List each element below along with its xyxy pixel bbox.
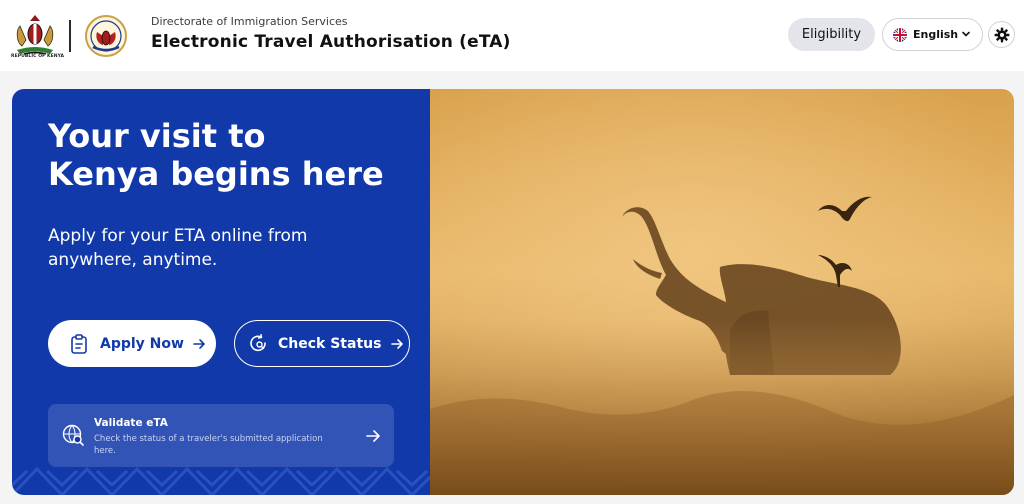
- eligibility-button[interactable]: Eligibility: [788, 18, 875, 51]
- arrow-right-icon: [193, 338, 205, 349]
- coat-of-arms-logo[interactable]: [12, 12, 58, 60]
- globe-search-icon: [62, 424, 84, 446]
- language-label: English: [913, 28, 959, 41]
- hero-subtitle: Apply for your ETA online from anywhere,…: [48, 224, 388, 272]
- arrow-right-icon: [391, 338, 404, 349]
- refresh-search-icon: [250, 333, 266, 351]
- clipboard-icon: [71, 333, 87, 354]
- hero-banner: Your visit to Kenya begins here Apply fo…: [12, 89, 1014, 495]
- logo-divider: [69, 20, 71, 52]
- decorative-pattern: [12, 466, 430, 495]
- coat-of-arms-caption: REPUBLIC OF KENYA: [11, 54, 65, 59]
- validate-eta-title: Validate eTA: [94, 417, 168, 429]
- uk-flag-icon: [893, 27, 907, 42]
- chevron-down-icon: [962, 31, 970, 37]
- directorate-name: Directorate of Immigration Services: [151, 15, 348, 28]
- hero-subtitle-line: anywhere, anytime.: [48, 250, 218, 270]
- check-status-button[interactable]: Check Status: [234, 320, 410, 367]
- settings-button[interactable]: [988, 21, 1015, 48]
- hero-title-line: Kenya begins here: [48, 155, 384, 193]
- check-status-label: Check Status: [278, 335, 382, 352]
- app-title: Electronic Travel Authorisation (eTA): [151, 32, 511, 52]
- site-header: REPUBLIC OF KENYA Directorate of Immigra…: [0, 0, 1024, 71]
- hero-panel: Your visit to Kenya begins here Apply fo…: [12, 89, 430, 495]
- validate-eta-description-line: Check the status of a traveler's submitt…: [94, 434, 323, 444]
- language-selector[interactable]: English: [882, 18, 983, 51]
- arrow-right-icon: [366, 430, 380, 442]
- hero-subtitle-line: Apply for your ETA online from: [48, 226, 308, 246]
- hero-elephant-image: [430, 89, 1014, 495]
- apply-now-label: Apply Now: [100, 335, 184, 352]
- immigration-seal-logo[interactable]: [83, 14, 129, 58]
- hero-title-line: Your visit to: [48, 117, 266, 155]
- apply-now-button[interactable]: Apply Now: [48, 320, 216, 367]
- gear-icon: [994, 27, 1009, 42]
- hero-title: Your visit to Kenya begins here: [48, 117, 418, 193]
